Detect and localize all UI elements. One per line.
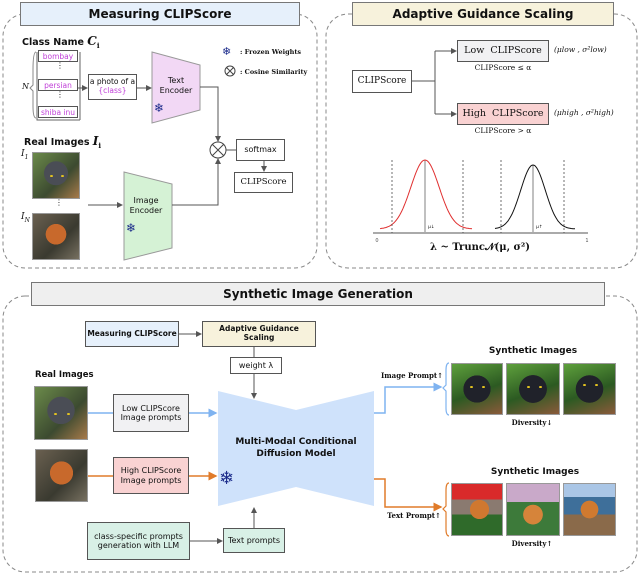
adaptive-guidance-box: Adaptive Guidance Scaling bbox=[202, 321, 316, 347]
i1-label: I1 bbox=[21, 149, 28, 161]
snowflake-icon: ❄ bbox=[126, 221, 137, 235]
synthetic-dog-photo bbox=[563, 483, 616, 536]
text-encoder-line: Text bbox=[167, 76, 185, 85]
text-output-brace bbox=[442, 482, 450, 537]
real-cat-photo bbox=[34, 386, 88, 440]
text-prompt-label: Text Prompt↑ bbox=[387, 511, 441, 520]
legend-frozen-weights: : Frozen Weights bbox=[240, 48, 302, 56]
image-output-brace bbox=[442, 362, 450, 416]
softmax-box: softmax bbox=[236, 139, 285, 161]
class-name-symbol: C bbox=[87, 34, 97, 48]
legend-cosine-icon bbox=[224, 65, 236, 77]
high-clipscore-prompts-box: High CLIPScore Image prompts bbox=[113, 457, 189, 494]
ellipsis: ⋮ bbox=[55, 198, 63, 207]
high-clipscore-box: High CLIPScore bbox=[457, 103, 549, 125]
model-line: Diffusion Model bbox=[256, 449, 336, 460]
axis-end-label: 1 bbox=[585, 238, 589, 244]
image-encoder-shape bbox=[123, 171, 173, 261]
text-encoder-line: Encoder bbox=[159, 85, 193, 95]
low-clipscore-prompts-box: Low CLIPScore Image prompts bbox=[113, 394, 189, 432]
high-params: (μhigh , σ²high) bbox=[554, 108, 614, 117]
ellipsis: ⋮ bbox=[56, 90, 64, 99]
image-encoder-line: Image bbox=[133, 196, 159, 205]
real-images-sub: i bbox=[98, 140, 102, 150]
high-condition: CLIPScore > α bbox=[474, 126, 532, 135]
image-prompt-output-arrow bbox=[374, 382, 443, 414]
class-name-label: Class Name Ci bbox=[22, 34, 100, 50]
clipscore-result-box: CLIPScore bbox=[234, 172, 293, 193]
prompt-template-box: a photo of a {class} bbox=[88, 74, 137, 100]
llm-line: generation with LLM bbox=[97, 541, 180, 550]
high-prompts-line: Image prompts bbox=[120, 475, 182, 485]
class-name-sub: i bbox=[96, 40, 100, 50]
in-sub: N bbox=[24, 216, 30, 224]
measuring-title: Measuring CLIPScore bbox=[20, 2, 300, 26]
image-feature-line bbox=[172, 158, 221, 206]
diversity-down-label: Diversity↓ bbox=[511, 418, 553, 427]
real-dog-photo bbox=[32, 213, 80, 260]
mu-down-label: μ↓ bbox=[428, 225, 435, 230]
text-feature-line bbox=[200, 86, 221, 142]
synthetic-dog-photo bbox=[506, 483, 560, 536]
synthetic-cat-photo bbox=[506, 363, 560, 415]
text-prompts-box: Text prompts bbox=[223, 528, 285, 553]
image-encoder-line: Encoder bbox=[129, 205, 163, 215]
clipscore-input-box: CLIPScore bbox=[352, 70, 412, 93]
synthetic-images-label: Synthetic Images bbox=[490, 467, 580, 477]
real-dog-photo bbox=[35, 449, 88, 502]
low-clipscore-box: Low CLIPScore bbox=[457, 40, 549, 62]
real-images-text: Real Images bbox=[24, 137, 90, 148]
legend-cosine-similarity: : Cosine Similarity bbox=[240, 68, 308, 76]
weight-lambda-box: weight λ bbox=[230, 357, 282, 374]
class-item: shiba inu bbox=[38, 106, 78, 118]
real-images-label: Real Images bbox=[35, 370, 94, 380]
low-params: (μlow , σ²low) bbox=[554, 45, 607, 54]
cosine-similarity-icon bbox=[209, 141, 227, 159]
lambda-formula: λ ~ Trunc𝒩(μ, σ²) bbox=[429, 242, 531, 253]
snowflake-icon: ❄ bbox=[154, 101, 165, 115]
high-prompts-line: High CLIPScore bbox=[120, 466, 182, 476]
legend-snowflake-icon: ❄ bbox=[222, 45, 232, 58]
i1-sub: 1 bbox=[24, 153, 29, 161]
text-prompt-output-arrow bbox=[374, 478, 443, 512]
n-label: N bbox=[22, 82, 29, 91]
diversity-up-label: Diversity↑ bbox=[511, 539, 553, 548]
llm-prompt-generation-box: class-specific prompts generation with LL… bbox=[87, 522, 190, 560]
axis-start-label: 0 bbox=[375, 238, 379, 244]
red-curve bbox=[379, 159, 473, 230]
synthetic-cat-photo bbox=[451, 363, 503, 415]
diffusion-model-label: Multi-Modal Conditional Diffusion Model bbox=[235, 436, 356, 460]
synthetic-dog-photo bbox=[451, 483, 503, 536]
model-line: Multi-Modal Conditional bbox=[235, 437, 357, 447]
prompt-class-placeholder: {class} bbox=[98, 86, 127, 95]
ellipsis: ⋮ bbox=[56, 61, 64, 70]
low-prompts-line: Low CLIPScore bbox=[122, 403, 180, 413]
text-encoder-label: Text Encoder bbox=[160, 76, 193, 95]
low-prompts-line: Image prompts bbox=[120, 413, 182, 422]
synthetic-images-label: Synthetic Images bbox=[488, 346, 578, 356]
llm-line: class-specific prompts bbox=[94, 531, 183, 541]
diagram: Measuring CLIPScore Class Name Ci bombay… bbox=[0, 0, 640, 576]
real-images-label: Real Images Ii bbox=[24, 134, 101, 150]
measuring-clipscore-box: Measuring CLIPScore bbox=[85, 321, 179, 347]
branch-lines bbox=[412, 51, 436, 114]
snowflake-icon: ❄ bbox=[219, 468, 235, 489]
in-label: IN bbox=[21, 212, 30, 224]
real-cat-photo bbox=[32, 152, 80, 199]
synthetic-cat-photo bbox=[563, 363, 616, 415]
distribution-curves bbox=[379, 159, 575, 233]
low-condition: CLIPScore ≤ α bbox=[474, 63, 532, 72]
image-prompt-label: Image Prompt↑ bbox=[380, 371, 444, 380]
synthetic-title: Synthetic Image Generation bbox=[31, 282, 605, 306]
adaptive-title: Adaptive Guidance Scaling bbox=[352, 2, 614, 26]
black-curve bbox=[494, 164, 575, 230]
mu-up-label: μ↑ bbox=[536, 225, 543, 230]
class-name-text: Class Name bbox=[22, 37, 84, 48]
n-brace bbox=[29, 51, 37, 119]
image-encoder-label: Image Encoder bbox=[130, 196, 163, 215]
